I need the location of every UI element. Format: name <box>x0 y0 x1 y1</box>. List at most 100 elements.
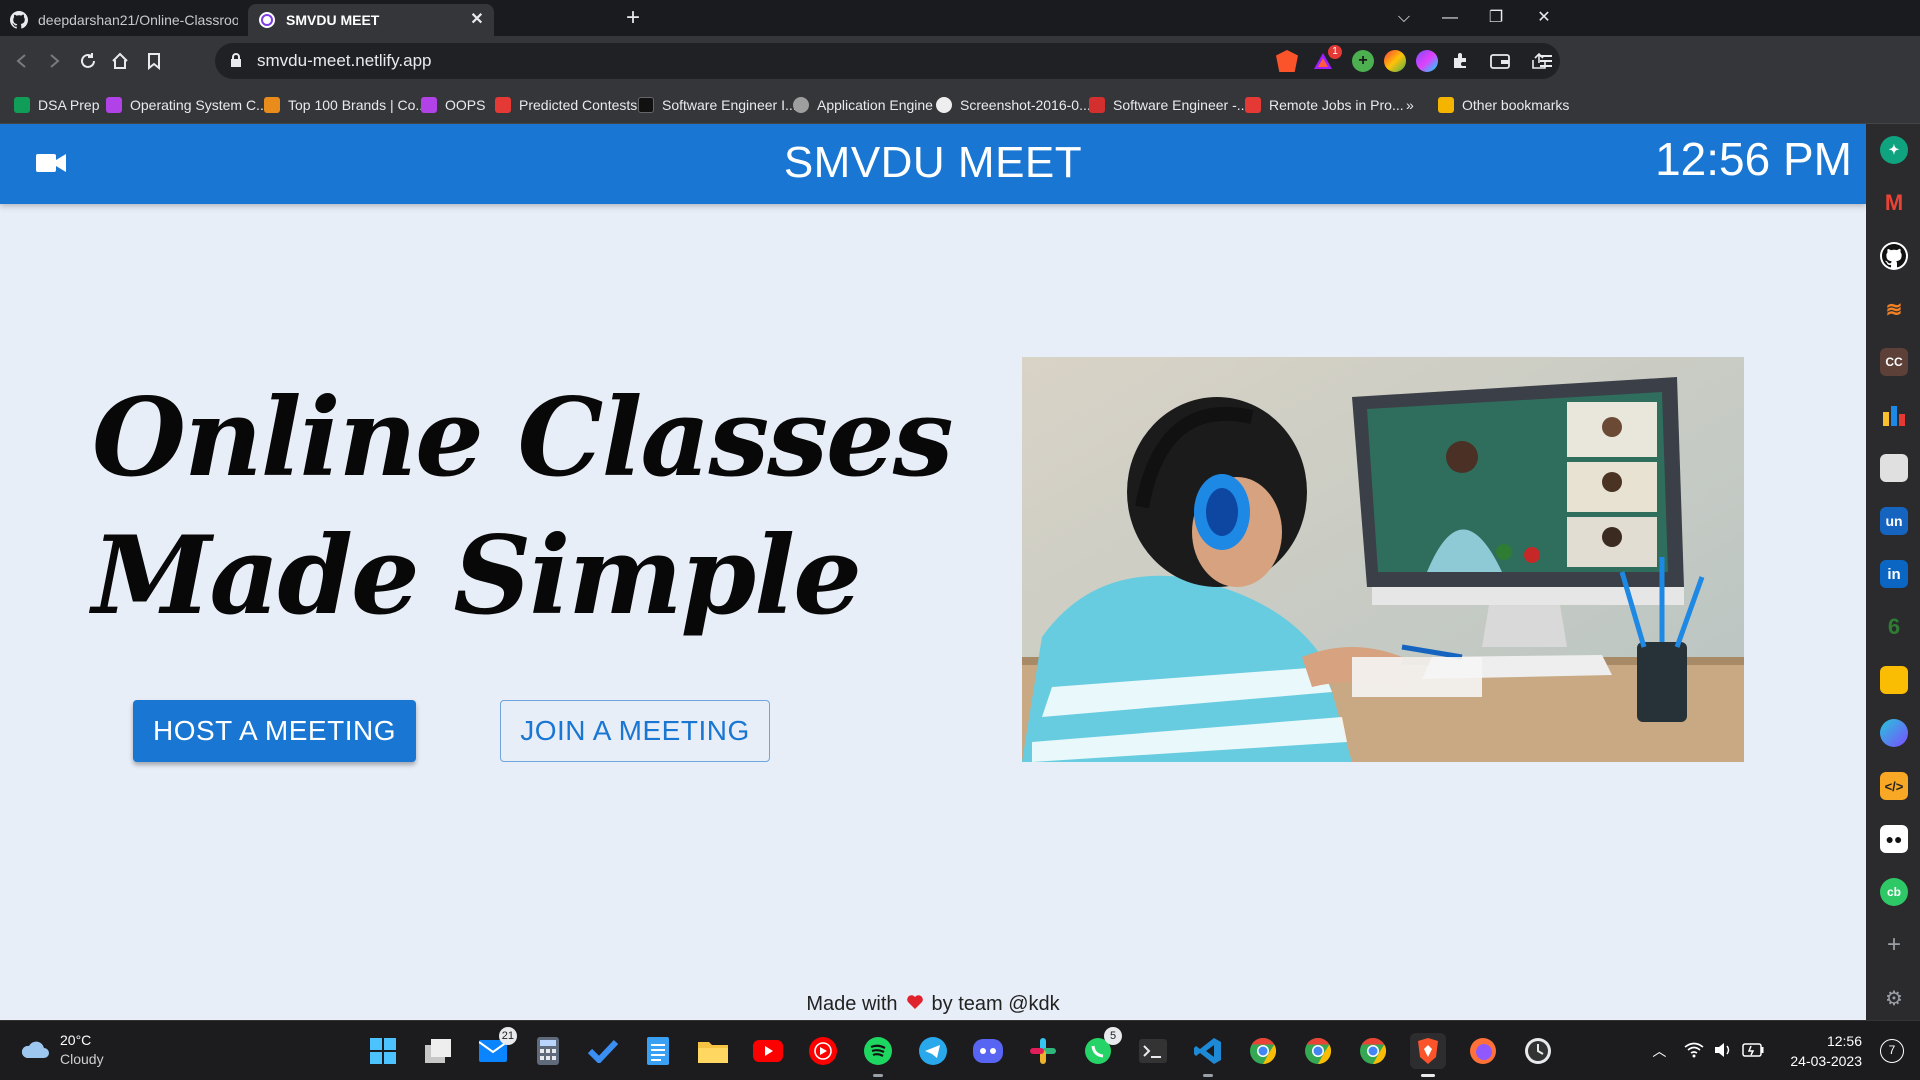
bookmark-oops[interactable]: OOPS <box>421 94 485 116</box>
bookmark-label: OOPS <box>445 97 486 113</box>
extensions-puzzle-icon[interactable] <box>1446 47 1474 75</box>
colorful-extension-icon[interactable] <box>1384 50 1406 72</box>
bookmark-favicon-icon <box>495 97 511 113</box>
sidebar-settings-icon[interactable]: ⚙ <box>1880 984 1908 1012</box>
bookmark-favicon-icon <box>1245 97 1261 113</box>
chrome-profile-3-icon[interactable] <box>1355 1033 1391 1069</box>
spotify-icon[interactable] <box>860 1033 896 1077</box>
youtube-music-icon[interactable] <box>805 1033 841 1069</box>
vscode-icon[interactable] <box>1190 1033 1226 1077</box>
bookmark-label: Software Engineer I... <box>662 97 797 113</box>
mail-badge: 21 <box>498 1027 517 1045</box>
forward-icon[interactable] <box>40 47 68 75</box>
notes-icon[interactable] <box>1880 454 1908 482</box>
bookmark-label: Screenshot-2016-0... <box>960 97 1091 113</box>
wifi-icon[interactable] <box>1684 1042 1704 1061</box>
bookmark-favicon-icon <box>106 97 122 113</box>
back-icon[interactable] <box>8 47 36 75</box>
show-hidden-icons-chevron-icon[interactable]: ︿ <box>1652 1041 1666 1061</box>
gmail-icon[interactable]: M <box>1880 189 1908 217</box>
bookmark-predicted-contests[interactable]: Predicted Contests <box>495 94 637 116</box>
bookmark-icon[interactable] <box>140 47 168 75</box>
hero-line-2: Made Simple <box>92 513 862 639</box>
battery-icon[interactable] <box>1742 1042 1764 1060</box>
close-window-button[interactable]: ✕ <box>1524 4 1564 32</box>
mail-icon[interactable]: 21 <box>475 1027 517 1069</box>
new-tab-button[interactable]: + <box>620 6 646 32</box>
codeforces-icon[interactable] <box>1880 401 1908 429</box>
bookmark-application-engine[interactable]: Application Engine <box>793 94 933 116</box>
app-title: SMVDU MEET <box>783 138 1083 187</box>
task-view-icon[interactable] <box>420 1033 456 1069</box>
taskbar-datetime[interactable]: 12:56 24-03-2023 <box>1790 1031 1862 1071</box>
more-bookmarks-chevron[interactable]: » <box>1406 94 1414 116</box>
minimize-button[interactable]: — <box>1430 4 1470 32</box>
other-bookmarks-folder[interactable]: Other bookmarks <box>1438 94 1569 116</box>
telegram-icon[interactable] <box>915 1033 951 1069</box>
youtube-icon[interactable] <box>750 1033 786 1069</box>
bookmark-favicon-icon <box>264 97 280 113</box>
add-extension-icon[interactable]: + <box>1352 50 1374 72</box>
medium-icon[interactable]: ●● <box>1880 825 1908 853</box>
keep-icon[interactable] <box>1880 666 1908 694</box>
bookmark-label: Software Engineer -... <box>1113 97 1249 113</box>
gradient-extension-icon[interactable] <box>1416 50 1438 72</box>
code-gear-icon[interactable]: </> <box>1880 772 1908 800</box>
notepad-icon[interactable] <box>640 1033 676 1069</box>
clock-app-icon[interactable] <box>1520 1033 1556 1069</box>
slack-icon[interactable] <box>1025 1033 1061 1069</box>
unstop-icon[interactable]: un <box>1880 507 1908 535</box>
leaf-icon[interactable]: 6 <box>1880 613 1908 641</box>
todo-check-icon[interactable] <box>585 1033 621 1069</box>
bookmark-screenshot[interactable]: Screenshot-2016-0... <box>936 94 1091 116</box>
notification-badge[interactable]: 7 <box>1880 1039 1904 1063</box>
menu-icon[interactable] <box>1532 47 1560 75</box>
more-bookmarks-label: » <box>1406 97 1414 113</box>
join-meeting-button[interactable]: JOIN A MEETING <box>500 700 770 762</box>
calculator-icon[interactable] <box>530 1033 566 1069</box>
tab-github-repo[interactable]: deepdarshan21/Online-Classroom-Meet <box>0 4 248 36</box>
github-icon[interactable] <box>1880 242 1908 270</box>
codingbrains-icon[interactable]: cb <box>1880 878 1908 906</box>
codechef-icon[interactable]: CC <box>1880 348 1908 376</box>
tab-smvdu-meet[interactable]: SMVDU MEET ✕ <box>248 4 494 36</box>
firefox-icon[interactable] <box>1465 1033 1501 1069</box>
chrome-profile-2-icon[interactable] <box>1300 1033 1336 1069</box>
volume-icon[interactable] <box>1714 1042 1732 1061</box>
bookmark-software-engineer-1[interactable]: Software Engineer I... <box>638 94 797 116</box>
file-explorer-icon[interactable] <box>695 1033 731 1069</box>
whatsapp-icon[interactable]: 5 <box>1080 1027 1122 1069</box>
tab-search-chevron-icon[interactable]: ⌵ <box>1384 4 1424 32</box>
add-sidebar-item-icon[interactable]: + <box>1880 931 1908 959</box>
weather-desc: Cloudy <box>60 1051 104 1067</box>
url-text: smvdu-meet.netlify.app <box>257 51 432 70</box>
other-bookmarks-label: Other bookmarks <box>1462 97 1570 113</box>
restore-button[interactable]: ❐ <box>1476 4 1516 32</box>
app-header: SMVDU MEET 12:56 PM <box>0 124 1866 204</box>
stackoverflow-icon[interactable]: ≋ <box>1880 295 1908 323</box>
bookmark-operating-system[interactable]: Operating System C... <box>106 94 268 116</box>
linkedin-icon[interactable]: in <box>1880 560 1908 588</box>
bookmark-top-100-brands[interactable]: Top 100 Brands | Co... <box>264 94 427 116</box>
bookmark-remote-jobs[interactable]: Remote Jobs in Pro... <box>1245 94 1404 116</box>
brave-browser-icon[interactable] <box>1410 1033 1446 1077</box>
tab-title: SMVDU MEET <box>286 12 380 28</box>
chrome-profile-1-icon[interactable] <box>1245 1033 1281 1069</box>
windows-start-icon[interactable] <box>365 1033 401 1069</box>
bookmark-software-engineer-2[interactable]: Software Engineer -... <box>1089 94 1248 116</box>
reload-icon[interactable] <box>74 47 102 75</box>
weather-widget[interactable]: 20°C Cloudy <box>20 1031 104 1069</box>
bookmark-dsa-prep[interactable]: DSA Prep <box>14 94 99 116</box>
close-tab-icon[interactable]: ✕ <box>468 11 486 29</box>
discord-icon[interactable] <box>970 1033 1006 1069</box>
brave-rewards-icon[interactable]: 1 <box>1312 45 1342 72</box>
home-icon[interactable] <box>106 47 134 75</box>
taskbar-date: 24-03-2023 <box>1790 1053 1862 1069</box>
tab-title: deepdarshan21/Online-Classroom-Meet <box>38 12 238 28</box>
host-meeting-button[interactable]: HOST A MEETING <box>133 700 416 762</box>
messenger-icon[interactable] <box>1880 719 1908 747</box>
terminal-icon[interactable] <box>1135 1033 1171 1069</box>
chatgpt-icon[interactable]: ✦ <box>1880 136 1908 164</box>
browser-sidebar: ✦ M ≋ CC un in 6 </> ●● cb + ⚙ <box>1866 124 1920 1020</box>
wallet-icon[interactable] <box>1486 47 1514 75</box>
